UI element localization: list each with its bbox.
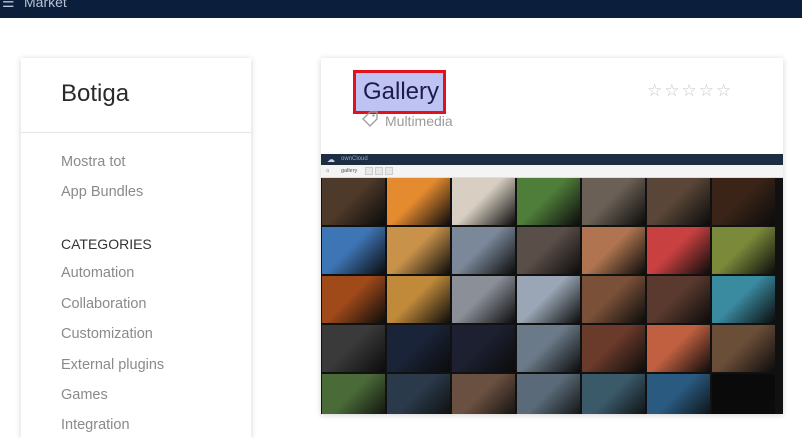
photo-thumbnail — [322, 178, 385, 225]
photo-thumbnail — [452, 325, 515, 372]
screenshot-button — [385, 167, 393, 175]
photo-thumbnail — [582, 227, 645, 274]
photo-thumbnail — [712, 227, 775, 274]
categories-heading: CATEGORIES — [61, 236, 152, 252]
photo-thumbnail — [582, 374, 645, 414]
photo-thumbnail — [322, 325, 385, 372]
app-title[interactable]: Gallery — [353, 70, 446, 114]
photo-thumbnail — [712, 178, 775, 225]
photo-thumbnail — [647, 227, 710, 274]
photo-thumbnail — [712, 374, 775, 414]
photo-thumbnail — [647, 178, 710, 225]
photo-thumbnail — [387, 276, 450, 323]
screenshot-header-label: ownCloud — [341, 156, 368, 162]
divider — [21, 132, 251, 133]
star-icon: ☆ — [716, 81, 732, 100]
photo-thumbnail — [647, 374, 710, 414]
screenshot-breadcrumb: gallery — [341, 168, 358, 174]
photo-thumbnail — [387, 227, 450, 274]
screenshot-header: ☁ ownCloud — [321, 154, 783, 165]
sidebar-item-automation[interactable]: Automation — [61, 265, 134, 281]
app-card[interactable]: Gallery Multimedia ☆ ☆ ☆ ☆ ☆ ☁ ownCloud … — [321, 58, 783, 414]
photo-thumbnail — [387, 325, 450, 372]
photo-thumbnail — [322, 227, 385, 274]
sidebar-item-app-bundles[interactable]: App Bundles — [61, 184, 143, 200]
screenshot-button — [375, 167, 383, 175]
photo-thumbnail — [517, 325, 580, 372]
tag-icon — [362, 111, 378, 127]
sidebar-item-show-all[interactable]: Mostra tot — [61, 154, 125, 170]
sidebar-item-collaboration[interactable]: Collaboration — [61, 296, 146, 312]
screenshot-toolbar: ⌂ gallery — [321, 165, 783, 178]
top-navigation-bar: ☰ Market — [0, 0, 802, 18]
sidebar-item-external-plugins[interactable]: External plugins — [61, 357, 164, 373]
photo-thumbnail — [517, 178, 580, 225]
photo-thumbnail — [517, 276, 580, 323]
photo-thumbnail — [387, 178, 450, 225]
photo-thumbnail — [452, 276, 515, 323]
photo-thumbnail — [452, 227, 515, 274]
app-category[interactable]: Multimedia — [385, 113, 453, 129]
photo-thumbnail — [452, 178, 515, 225]
star-icon: ☆ — [698, 81, 714, 100]
photo-thumbnail — [712, 276, 775, 323]
photo-thumbnail — [517, 227, 580, 274]
app-screenshot[interactable]: ☁ ownCloud ⌂ gallery — [321, 154, 783, 414]
home-icon: ⌂ — [326, 168, 330, 174]
sidebar-item-integration[interactable]: Integration — [61, 417, 130, 433]
screenshot-button — [365, 167, 373, 175]
photo-thumbnail — [387, 374, 450, 414]
photo-thumbnail — [647, 276, 710, 323]
store-title: Botiga — [61, 80, 130, 107]
photo-thumbnail — [452, 374, 515, 414]
photo-thumbnail — [582, 178, 645, 225]
hamburger-icon[interactable]: ☰ — [2, 0, 15, 11]
photo-thumbnail — [712, 325, 775, 372]
rating-stars: ☆ ☆ ☆ ☆ ☆ — [647, 82, 731, 99]
star-icon: ☆ — [647, 81, 663, 100]
star-icon: ☆ — [681, 81, 697, 100]
photo-grid — [321, 178, 783, 414]
app-name: Market — [24, 0, 67, 10]
photo-thumbnail — [322, 374, 385, 414]
photo-thumbnail — [517, 374, 580, 414]
star-icon: ☆ — [664, 81, 680, 100]
sidebar-item-games[interactable]: Games — [61, 387, 108, 403]
sidebar-item-customization[interactable]: Customization — [61, 326, 153, 342]
cloud-icon: ☁ — [327, 155, 335, 164]
sidebar: Botiga Mostra tot App Bundles CATEGORIES… — [21, 58, 251, 438]
photo-thumbnail — [647, 325, 710, 372]
photo-thumbnail — [582, 276, 645, 323]
photo-thumbnail — [582, 325, 645, 372]
photo-thumbnail — [322, 276, 385, 323]
